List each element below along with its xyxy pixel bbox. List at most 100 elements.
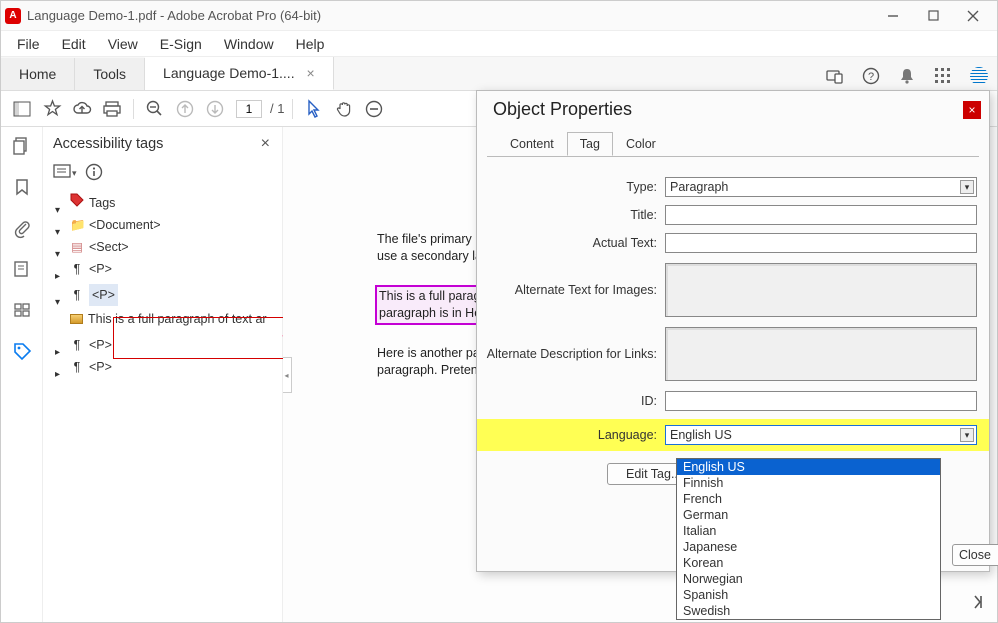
lang-option-japanese[interactable]: Japanese: [677, 539, 940, 555]
dialog-tabs: Content Tag Color: [477, 132, 989, 156]
language-value: English US: [670, 428, 732, 442]
devices-icon[interactable]: [821, 62, 849, 90]
titlebar: A Language Demo-1.pdf - Adobe Acrobat Pr…: [1, 1, 997, 31]
language-combo[interactable]: English US ▾: [665, 425, 977, 445]
para-icon: ¶: [70, 334, 84, 356]
lang-option-german[interactable]: German: [677, 507, 940, 523]
select-tool-icon[interactable]: [301, 96, 327, 122]
tab-document[interactable]: Language Demo-1.... ×: [145, 57, 334, 90]
doc-p1b: use a secondary la: [377, 249, 482, 263]
panel-close-icon[interactable]: ×: [261, 135, 270, 153]
menu-esign[interactable]: E-Sign: [150, 33, 212, 55]
page-number-input[interactable]: [236, 100, 262, 118]
type-value: Paragraph: [670, 180, 728, 194]
dialog-close-button[interactable]: ×: [963, 101, 981, 119]
id-label: ID:: [477, 394, 665, 408]
content-box-icon: [70, 314, 83, 324]
page-total: / 1: [270, 101, 284, 116]
lang-option-swedish[interactable]: Swedish: [677, 603, 940, 619]
p-tag-2: <P>: [89, 284, 118, 306]
document-tag: <Document>: [89, 214, 161, 236]
alt-link-input[interactable]: [665, 327, 977, 381]
navigation-rail: [1, 127, 43, 622]
menu-view[interactable]: View: [98, 33, 148, 55]
lang-option-italian[interactable]: Italian: [677, 523, 940, 539]
close-window-button[interactable]: [953, 2, 993, 30]
order-panel-icon[interactable]: [13, 301, 31, 324]
chevron-down-icon: ▾: [960, 428, 974, 442]
hand-tool-icon[interactable]: [331, 96, 357, 122]
tags-root-label: Tags: [89, 192, 115, 214]
pages-icon[interactable]: [13, 137, 31, 160]
minimize-button[interactable]: [873, 2, 913, 30]
zoom-out-icon[interactable]: [142, 96, 168, 122]
actual-text-input[interactable]: [665, 233, 977, 253]
p-tag-1: <P>: [89, 258, 112, 280]
apps-grid-icon[interactable]: [929, 62, 957, 90]
zoom-out2-icon[interactable]: [361, 96, 387, 122]
top-strip: Home Tools Language Demo-1.... × ?: [1, 57, 997, 91]
p-tag-4: <P>: [89, 356, 112, 378]
folder-icon: 📁: [70, 214, 84, 236]
para-icon: ¶: [70, 258, 84, 280]
panel-collapse-handle[interactable]: ◂: [283, 357, 292, 393]
lang-option-finnish[interactable]: Finnish: [677, 475, 940, 491]
lang-option-english-us[interactable]: English US: [677, 459, 940, 475]
lang-option-french[interactable]: French: [677, 491, 940, 507]
tab-tag[interactable]: Tag: [567, 132, 613, 156]
sidebar-toggle-icon[interactable]: [9, 96, 35, 122]
alt-link-label: Alternate Description for Links:: [477, 327, 665, 361]
menu-file[interactable]: File: [7, 33, 50, 55]
panel-title: Accessibility tags: [53, 136, 163, 152]
tags-icon[interactable]: [13, 342, 31, 365]
tab-close-icon[interactable]: ×: [306, 65, 314, 81]
title-input[interactable]: [665, 205, 977, 225]
help-icon[interactable]: ?: [857, 62, 885, 90]
next-page-icon[interactable]: [202, 96, 228, 122]
svg-text:?: ?: [868, 71, 874, 83]
dialog-title: Object Properties: [493, 99, 632, 120]
tags-tree[interactable]: Tags 📁<Document> ▤<Sect> ¶<P> ¶<P> This …: [49, 192, 276, 378]
svg-text:▾: ▾: [72, 168, 77, 178]
account-icon[interactable]: [965, 62, 993, 90]
panel-options-icon[interactable]: ▾: [53, 164, 75, 183]
signatures-icon[interactable]: [13, 260, 31, 283]
id-input[interactable]: [665, 391, 977, 411]
lang-option-korean[interactable]: Korean: [677, 555, 940, 571]
bell-icon[interactable]: [893, 62, 921, 90]
alt-image-input[interactable]: [665, 263, 977, 317]
tools-pane-toggle[interactable]: [965, 590, 989, 614]
print-icon[interactable]: [99, 96, 125, 122]
tab-home[interactable]: Home: [1, 58, 75, 90]
app-logo: A: [5, 8, 21, 24]
menu-edit[interactable]: Edit: [52, 33, 96, 55]
lang-option-norwegian[interactable]: Norwegian: [677, 571, 940, 587]
doc-p3a: Here is another par: [377, 346, 484, 360]
sect-icon: ▤: [70, 236, 84, 258]
chevron-down-icon: ▾: [960, 180, 974, 194]
cloud-icon[interactable]: [69, 96, 95, 122]
maximize-button[interactable]: [913, 2, 953, 30]
language-dropdown-list[interactable]: English US Finnish French German Italian…: [676, 458, 941, 620]
panel-info-icon[interactable]: [85, 163, 103, 184]
doc-p3b: paragraph. Pretend: [377, 363, 485, 377]
menu-window[interactable]: Window: [214, 33, 284, 55]
tab-content[interactable]: Content: [497, 132, 567, 156]
window-title: Language Demo-1.pdf - Adobe Acrobat Pro …: [27, 8, 321, 23]
prev-page-icon[interactable]: [172, 96, 198, 122]
attachment-icon[interactable]: [13, 219, 31, 242]
tab-color[interactable]: Color: [613, 132, 669, 156]
alt-image-label: Alternate Text for Images:: [477, 263, 665, 297]
tab-tools[interactable]: Tools: [75, 58, 145, 90]
menubar: File Edit View E-Sign Window Help: [1, 31, 997, 57]
doc-p2b: paragraph is in Heb: [379, 306, 488, 320]
text-leaf: This is a full paragraph of text ar: [88, 308, 267, 330]
bookmark-icon[interactable]: [13, 178, 31, 201]
star-icon[interactable]: [39, 96, 65, 122]
lang-option-spanish[interactable]: Spanish: [677, 587, 940, 603]
menu-help[interactable]: Help: [286, 33, 335, 55]
dialog-close-btn[interactable]: Close: [952, 544, 998, 566]
type-label: Type:: [477, 180, 665, 194]
type-combo[interactable]: Paragraph ▾: [665, 177, 977, 197]
language-label: Language:: [477, 428, 665, 442]
